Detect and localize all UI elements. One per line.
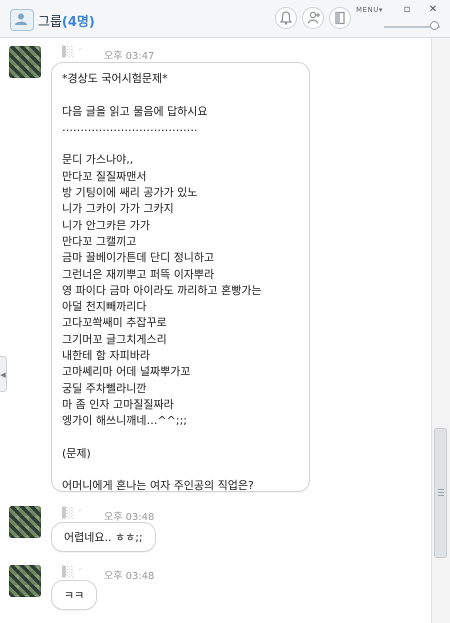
message-line: 니가 안그카믄 가가 [62, 218, 150, 232]
message-time: 오후 03:48 [104, 512, 155, 523]
message-line: 내한테 함 자피바라 [62, 349, 150, 363]
message-bubble[interactable]: ㅋㅋ [51, 580, 98, 610]
chat-header: 그룹(4명) MENU▾ ▫ ✕ [0, 0, 450, 38]
sender-name: ▐░ ’ [58, 508, 83, 519]
scrollbar[interactable] [431, 38, 450, 623]
message-line: 만다꼬 그캘끼고 [62, 234, 137, 248]
message-line: 만다꼬 질질짜맨서 [62, 169, 147, 183]
message-line: 그기머꼬 글그치게스리 [62, 332, 167, 346]
opacity-slider-knob[interactable] [430, 21, 439, 30]
bell-icon[interactable] [275, 7, 297, 29]
message-line: 어머니에게 혼나는 여자 주인공의 직업은? [62, 479, 254, 493]
grip-line [438, 492, 444, 493]
sender-name: ▐░ ’ [58, 47, 83, 58]
menu-button[interactable]: MENU▾ [356, 6, 383, 14]
message-list: ▐░ ’ 오후 03:47 *경상도 국어시험문제* 다음 글을 읽고 물음에 … [0, 38, 430, 623]
message-time: 오후 03:47 [104, 51, 155, 62]
collapse-handle[interactable]: ◀ [0, 356, 7, 392]
message-line: 마 좀 인자 고마질질짜라 [62, 397, 174, 411]
message-line: 고다꼬쏵쌔미 추잡꾸로 [62, 316, 167, 330]
message-line: ………………………………. [62, 120, 198, 134]
grip-line [438, 489, 444, 490]
grip-line [438, 495, 444, 496]
message-line: *경상도 국어시험문제* [62, 72, 168, 85]
message-line: 금마 끌베이가튼데 단디 정니하고 [62, 251, 215, 265]
avatar[interactable] [9, 506, 41, 538]
avatar[interactable] [9, 46, 41, 78]
message-line: 니가 그카이 가가 그카지 [62, 202, 174, 216]
add-person-icon[interactable] [302, 7, 324, 29]
message-line [62, 87, 299, 103]
message-line: 궁딜 주차뻴라니깐 [62, 381, 147, 395]
message-line: 문디 가스나야,, [62, 153, 134, 167]
door-exit-icon[interactable] [329, 7, 351, 29]
message-line: 방 기팅이에 쌔리 공가가 있노 [62, 186, 198, 200]
message-line [62, 136, 299, 152]
message-line: 영 파이다 금마 아이라도 까리하고 혼빵가는 [62, 283, 262, 297]
avatar[interactable] [9, 565, 41, 597]
message-line: (문제) [62, 446, 91, 460]
scrollbar-thumb[interactable] [434, 428, 447, 558]
group-name: 그룹 [38, 15, 62, 30]
chat-title: 그룹(4명) [38, 11, 95, 30]
message-line [62, 462, 299, 478]
message-line [62, 430, 299, 446]
message-line: 고마쎄리마 어데 널짜뿌가꼬 [62, 365, 191, 379]
group-icon[interactable] [10, 9, 34, 31]
member-count[interactable]: (4명) [62, 15, 95, 30]
message-line: 다음 글을 읽고 물음에 답하시요 [62, 104, 208, 118]
message-bubble[interactable]: *경상도 국어시험문제* 다음 글을 읽고 물음에 답하시요 ………………………… [51, 62, 310, 492]
minimize-button[interactable]: ▫ [402, 5, 412, 15]
message-bubble[interactable]: 어렵네요.. ㅎㅎ;; [51, 522, 156, 552]
sender-name: ▐░ ’ [58, 567, 83, 578]
close-button[interactable]: ✕ [428, 5, 438, 15]
message-line: 그런너은 재끼뿌고 퍼뜩 이자뿌라 [62, 267, 215, 281]
message-line: 아덜 천지빼까리다 [62, 300, 147, 314]
message-line: 엥가이 해쓰니깨네…^^;;; [62, 414, 188, 428]
message-time: 오후 03:48 [104, 571, 155, 582]
